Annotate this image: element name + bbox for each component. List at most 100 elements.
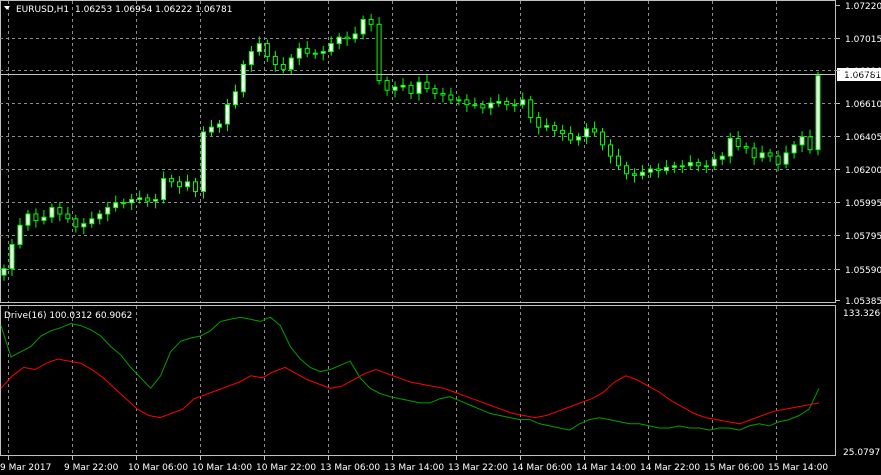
candle-body	[623, 165, 629, 175]
candle-body	[799, 136, 805, 146]
price-tick-label: 1.05385	[845, 297, 881, 307]
candle-body	[560, 129, 566, 135]
time-tick-label: 13 Mar 06:00	[320, 463, 380, 473]
price-axis: 1.07220 1.07015 1.06810 1.06610 1.06405 1.062…	[836, 2, 881, 307]
candle-body	[647, 168, 653, 173]
candle-body	[520, 99, 526, 106]
candle-body	[137, 197, 143, 201]
time-tick-label: 13 Mar 22:00	[448, 463, 508, 473]
candle-body	[639, 171, 645, 176]
trading-chart[interactable]: 1.06781 EURUSD,H1 1.06253 1.06954 1.0622…	[0, 0, 881, 475]
candle-body	[121, 202, 127, 205]
candle-body	[695, 162, 701, 167]
candle-body	[751, 147, 757, 159]
candle-body	[216, 123, 222, 128]
candle-body	[432, 88, 438, 94]
candle-body	[703, 165, 709, 168]
candle-body	[49, 207, 55, 218]
candle-body	[113, 202, 119, 209]
candle-body	[584, 128, 590, 138]
time-tick-label: 14 Mar 06:00	[512, 463, 572, 473]
candle-body	[576, 136, 582, 141]
candle-body	[272, 55, 278, 65]
indicator-panel-frame	[0, 305, 836, 456]
time-axis: 9 Mar 2017 9 Mar 22:00 10 Mar 06:00 10 Mar …	[0, 456, 828, 473]
candle-body	[528, 99, 534, 119]
candle-body	[208, 126, 214, 133]
grid-lines	[0, 1, 836, 455]
candle-body	[544, 125, 550, 128]
ohlc-values: 1.06253 1.06954 1.06222 1.06781	[75, 5, 232, 15]
candle-body	[743, 145, 749, 149]
candle-body	[25, 213, 31, 226]
candle-body	[536, 117, 542, 128]
candle-body	[775, 155, 781, 165]
indicator-header: Drive(16) 100.0312 60.9062	[4, 311, 132, 321]
candle-body	[448, 94, 454, 101]
candle-body	[807, 136, 813, 151]
time-tick-label: 15 Mar 06:00	[704, 463, 764, 473]
dropdown-triangle-icon[interactable]	[4, 6, 10, 10]
candle-body	[9, 244, 15, 270]
price-tick-label: 1.06200	[845, 166, 881, 176]
candle-body	[224, 104, 230, 125]
candle-body	[177, 181, 183, 188]
price-tick-label: 1.06610	[845, 100, 881, 110]
candle-body	[193, 181, 199, 192]
candle-body	[400, 84, 406, 88]
candle-body	[552, 125, 558, 131]
main-panel-frame	[0, 0, 836, 303]
candle-body	[719, 155, 725, 160]
candle-body	[679, 165, 685, 168]
candle-body	[320, 51, 326, 54]
candle-body	[727, 137, 733, 157]
symbol-timeframe: EURUSD,H1	[16, 5, 69, 15]
candle-body	[815, 75, 821, 151]
candle-body	[608, 144, 614, 157]
candle-body	[73, 218, 79, 228]
candle-body	[496, 100, 502, 104]
candle-body	[328, 43, 334, 53]
candle-body	[105, 207, 111, 215]
candle-body	[65, 213, 71, 220]
candle-body	[185, 181, 191, 188]
candle-body	[57, 207, 63, 215]
price-tick-label: 1.06405	[845, 133, 881, 143]
candle-body	[368, 18, 374, 25]
candle-body	[592, 128, 598, 133]
candle-body	[512, 104, 518, 107]
drive-indicator-lines	[0, 316, 820, 431]
candle-body	[264, 43, 270, 57]
candle-body	[735, 137, 741, 147]
time-tick-label: 13 Mar 14:00	[384, 463, 444, 473]
candle-body	[129, 199, 135, 204]
time-tick-label: 10 Mar 22:00	[256, 463, 316, 473]
candle-body	[248, 51, 254, 65]
candle-body	[424, 81, 430, 90]
candle-body	[161, 178, 167, 201]
candle-body	[440, 92, 446, 96]
time-tick-label: 9 Mar 22:00	[64, 463, 119, 473]
candle-body	[201, 131, 207, 192]
indicator-axis: 133.3266 25.0797	[843, 309, 881, 458]
candle-body	[240, 63, 246, 93]
price-tick-label: 1.07220	[845, 2, 881, 12]
candle-body	[169, 178, 175, 183]
candle-body	[671, 165, 677, 168]
candle-body	[655, 168, 661, 172]
candle-body	[488, 102, 494, 109]
candle-body	[568, 133, 574, 141]
candle-body	[344, 36, 350, 40]
candle-body	[41, 216, 47, 221]
candle-body	[360, 18, 366, 35]
candle-body	[767, 152, 773, 157]
candle-body	[312, 52, 318, 55]
drive-red-line	[0, 358, 820, 425]
candle-body	[783, 152, 789, 165]
time-tick-label: 9 Mar 2017	[0, 463, 51, 473]
indicator-tick-label: 25.0797	[843, 448, 880, 458]
candle-body	[711, 158, 717, 167]
candle-body	[336, 36, 342, 45]
price-tick-label: 1.05795	[845, 232, 881, 242]
time-tick-label: 14 Mar 14:00	[576, 463, 636, 473]
